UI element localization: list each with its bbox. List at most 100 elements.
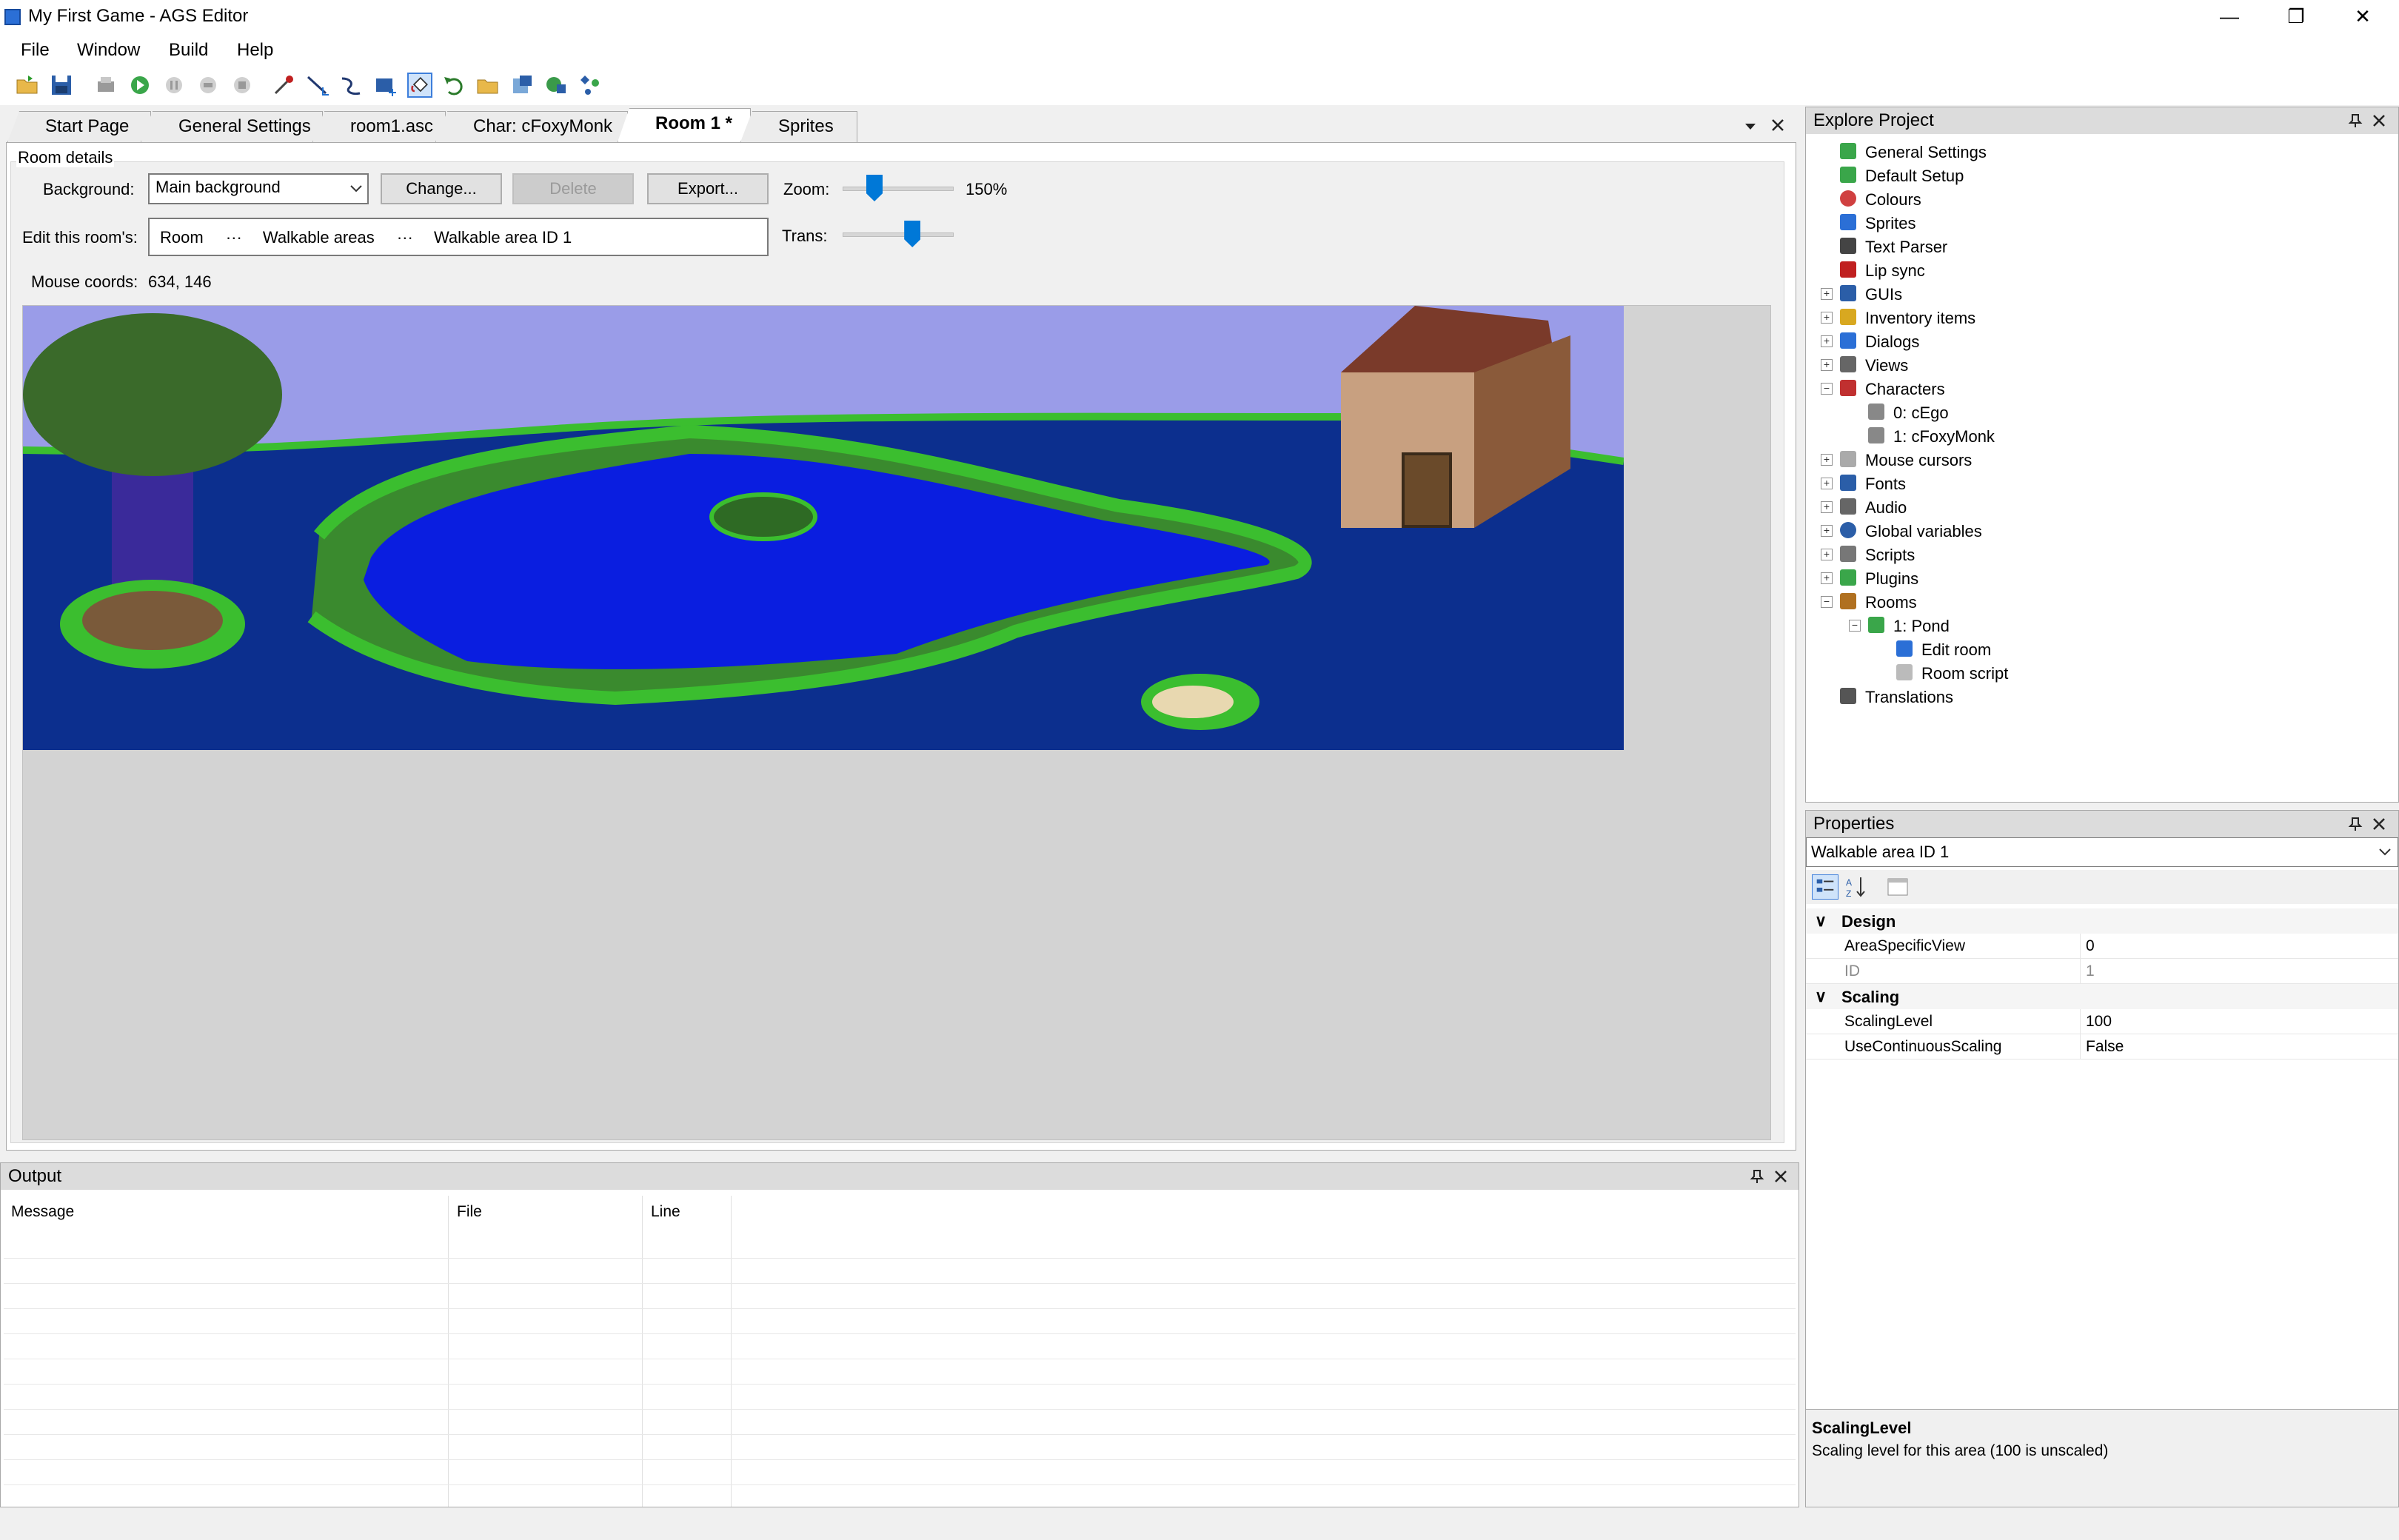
collapse-icon[interactable]: − [1821, 383, 1833, 395]
property-category[interactable]: ∨ Design [1806, 908, 2398, 934]
chevron-down-icon[interactable]: ∨ [1815, 987, 1827, 1006]
freehand-tool-icon[interactable] [339, 73, 364, 98]
pin-icon[interactable] [2348, 113, 2363, 128]
restore-button[interactable]: ❐ [2263, 0, 2329, 34]
properties-panel: Properties Walkable area ID 1 AZ ∨ Design… [1805, 810, 2399, 1507]
close-icon[interactable] [2372, 817, 2386, 831]
zoom-slider-thumb[interactable] [866, 175, 883, 201]
delete-button[interactable]: Delete [512, 173, 634, 204]
column-file[interactable]: File [457, 1203, 482, 1221]
transparency-slider[interactable] [843, 221, 954, 253]
expand-icon[interactable]: + [1821, 549, 1833, 560]
expand-icon[interactable]: + [1821, 478, 1833, 489]
tab-sprites[interactable]: Sprites [740, 111, 857, 142]
fill-tool-icon[interactable] [407, 73, 432, 98]
expand-icon[interactable]: + [1821, 312, 1833, 324]
menu-window[interactable]: Window [77, 40, 140, 61]
expand-icon[interactable]: + [1821, 501, 1833, 513]
expand-icon[interactable]: + [1821, 572, 1833, 584]
menu-file[interactable]: File [21, 40, 50, 61]
property-row[interactable]: ID 1 [1806, 959, 2398, 984]
eyedropper-icon[interactable] [271, 73, 296, 98]
breadcrumb-room[interactable]: Room [160, 228, 204, 247]
zoom-slider[interactable] [843, 175, 954, 207]
step-icon[interactable] [195, 73, 221, 98]
property-value[interactable]: 100 [2086, 1013, 2112, 1031]
close-icon[interactable] [2372, 113, 2386, 128]
minimize-button[interactable]: — [2196, 0, 2263, 34]
alphabetical-sort-icon[interactable]: AZ [1843, 874, 1870, 900]
tree-item-label: Dialogs [1865, 332, 1920, 351]
greyed-out-masks-icon[interactable] [543, 73, 569, 98]
property-name: AreaSpecificView [1844, 937, 1966, 954]
tab-general-settings[interactable]: General Settings [141, 111, 323, 142]
categorized-icon[interactable] [1812, 874, 1838, 900]
export-mask-icon[interactable] [509, 73, 535, 98]
run-icon[interactable] [127, 73, 153, 98]
expand-icon[interactable]: + [1821, 454, 1833, 466]
column-message[interactable]: Message [11, 1203, 74, 1221]
expand-icon[interactable]: + [1821, 525, 1833, 537]
cursor-icon [1840, 451, 1856, 467]
line-tool-icon[interactable] [305, 73, 330, 98]
save-icon[interactable] [49, 73, 74, 98]
menu-build[interactable]: Build [169, 40, 208, 61]
collapse-icon[interactable]: − [1821, 596, 1833, 608]
expand-icon[interactable]: + [1821, 359, 1833, 371]
export-button[interactable]: Export... [647, 173, 769, 204]
tab-room-1[interactable]: Room 1 * [618, 108, 751, 142]
undo-icon[interactable] [441, 73, 466, 98]
background-select[interactable]: Main background [148, 173, 369, 204]
property-row[interactable]: AreaSpecificView 0 [1806, 934, 2398, 959]
menu-help[interactable]: Help [237, 40, 273, 61]
expand-icon[interactable]: + [1821, 288, 1833, 300]
room-background-image[interactable] [23, 306, 1624, 750]
tab-start-page[interactable]: Start Page [7, 111, 151, 142]
open-folder-icon[interactable] [15, 73, 40, 98]
rectangle-tool-icon[interactable] [373, 73, 398, 98]
stop-icon[interactable] [230, 73, 255, 98]
property-value[interactable]: False [2086, 1038, 2124, 1056]
room-icon [1868, 617, 1884, 633]
object-selector[interactable]: Walkable area ID 1 [1806, 837, 2398, 867]
palette-icon [1840, 190, 1856, 207]
tab-char-cfoxymonk[interactable]: Char: cFoxyMonk [435, 111, 628, 142]
breadcrumb-walkable-areas[interactable]: Walkable areas [263, 228, 375, 247]
change-button[interactable]: Change... [381, 173, 502, 204]
window-title: My First Game - AGS Editor [28, 6, 249, 26]
transparency-slider-thumb[interactable] [904, 221, 921, 247]
property-row[interactable]: UseContinuousScaling False [1806, 1034, 2398, 1059]
property-row[interactable]: ScalingLevel 100 [1806, 1009, 2398, 1034]
tree-item-label: Colours [1865, 190, 1921, 209]
pin-icon[interactable] [2348, 817, 2363, 831]
tree-item-label: Rooms [1865, 593, 1917, 612]
property-help-box: ScalingLevel Scaling level for this area… [1806, 1409, 2398, 1507]
close-window-button[interactable]: ✕ [2329, 0, 2396, 34]
script-icon [1840, 546, 1856, 562]
pause-icon[interactable] [161, 73, 187, 98]
breadcrumb-walkable-area-id[interactable]: Walkable area ID 1 [434, 228, 572, 247]
navigation-points-icon[interactable] [578, 73, 603, 98]
pin-icon[interactable] [1750, 1169, 1764, 1184]
property-pages-icon[interactable] [1884, 874, 1911, 900]
collapse-icon[interactable]: − [1849, 620, 1861, 632]
lips-icon [1840, 261, 1856, 278]
column-line[interactable]: Line [651, 1203, 680, 1221]
property-category[interactable]: ∨ Scaling [1806, 984, 2398, 1009]
speaker-icon [1840, 498, 1856, 515]
edit-layer-breadcrumb[interactable]: Room ··· Walkable areas ··· Walkable are… [148, 218, 769, 256]
tab-list-dropdown-icon[interactable] [1743, 118, 1758, 133]
property-value[interactable]: 1 [2086, 962, 2095, 980]
chevron-down-icon[interactable]: ∨ [1815, 911, 1827, 931]
property-category-label: Scaling [1841, 988, 1900, 1006]
build-icon[interactable] [93, 73, 118, 98]
property-value[interactable]: 0 [2086, 937, 2095, 955]
property-name: ScalingLevel [1844, 1013, 1933, 1030]
tab-room1-asc[interactable]: room1.asc [312, 111, 446, 142]
close-icon[interactable] [1773, 1169, 1788, 1184]
import-mask-icon[interactable] [475, 73, 501, 98]
expand-icon[interactable]: + [1821, 335, 1833, 347]
check-icon [1840, 143, 1856, 159]
close-tab-icon[interactable] [1770, 117, 1786, 133]
room-canvas[interactable] [22, 305, 1771, 1140]
